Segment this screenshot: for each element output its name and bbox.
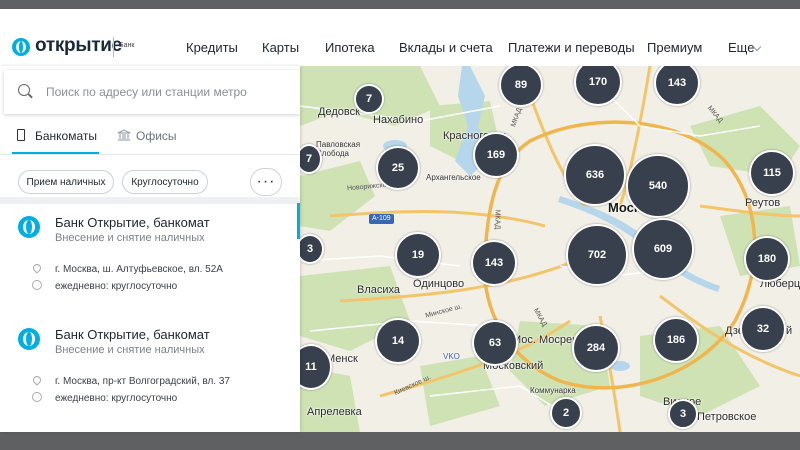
atm-cluster[interactable]: 169 [473, 132, 519, 178]
nav-cards[interactable]: Карты [262, 40, 299, 55]
nav-premium[interactable]: Премиум [647, 40, 702, 55]
logo-subtitle: Банк [119, 42, 135, 49]
atm-cluster[interactable]: 186 [653, 317, 699, 363]
location-pin-icon [31, 262, 43, 274]
tab-offices[interactable]: Офисы [136, 129, 177, 143]
list-item[interactable]: Банк Открытие, банкомат Внесение и сняти… [0, 316, 300, 428]
clock-icon [32, 280, 42, 290]
atm-cluster[interactable]: 3 [668, 399, 698, 429]
search-input[interactable] [44, 84, 288, 100]
place-dedovsk: Дедовск [318, 106, 360, 118]
road-label-mkad-2: МКАД [493, 209, 501, 230]
place-pavlovskaya-sloboda: Павловская Слобода [316, 140, 361, 158]
bank-building-icon [117, 129, 131, 141]
atm-address: г. Москва, ш. Алтуфьевское, вл. 52А [55, 264, 223, 275]
place-arkhangelskoe: Архангельское [426, 173, 481, 182]
filter-24h[interactable]: Круглосуточно [122, 170, 208, 194]
bank-logo-icon [18, 328, 40, 350]
airport-vnukovo: VKO [443, 352, 460, 361]
place-odintsovo: Одинцово [413, 278, 465, 290]
atm-cluster[interactable]: 609 [632, 218, 694, 280]
list-item[interactable]: Банк Открытие, банкомат Внесение и сняти… [0, 204, 300, 316]
place-aprelevka: Апрелевка [307, 406, 362, 418]
atm-cluster[interactable]: 7 [354, 84, 384, 114]
nav-more[interactable]: Еще [728, 40, 754, 55]
atm-title: Банк Открытие, банкомат [55, 327, 210, 342]
bank-logo-icon [18, 216, 40, 238]
atm-subtitle: Внесение и снятие наличных [55, 232, 205, 244]
nav-mortgage[interactable]: Ипотека [325, 40, 375, 55]
search-box[interactable] [4, 70, 300, 114]
top-navbar: открытие Банк Кредиты Карты Ипотека Вкла… [0, 9, 800, 66]
location-pin-icon [31, 374, 43, 386]
atm-cluster[interactable]: 540 [626, 154, 690, 218]
list-divider [0, 197, 300, 204]
atm-icon [17, 129, 25, 141]
atm-list-panel: Банкоматы Офисы Прием наличных Круглосут… [0, 66, 300, 432]
atm-cluster[interactable]: 636 [564, 144, 626, 206]
atm-cluster[interactable]: 143 [471, 240, 517, 286]
nav-credits[interactable]: Кредиты [186, 40, 238, 55]
atm-cluster[interactable]: 115 [749, 150, 795, 196]
nav-deposits[interactable]: Вклады и счета [399, 40, 493, 55]
place-nakhabino: Нахабино [373, 114, 424, 126]
road-shield-a109: А-109 [369, 214, 394, 224]
bank-logo-icon[interactable] [12, 38, 30, 56]
selected-item-indicator [297, 203, 300, 239]
logo-text[interactable]: открытие [35, 35, 122, 57]
place-petrovskoe: Петровское [697, 411, 757, 423]
place-kommunarka: Коммунарка [530, 386, 576, 395]
atm-address: г. Москва, пр-кт Волгоградский, вл. 37 [55, 376, 230, 387]
search-icon[interactable] [18, 84, 30, 96]
nav-payments[interactable]: Платежи и переводы [508, 40, 635, 55]
atm-subtitle: Внесение и снятие наличных [55, 344, 205, 356]
screen: открытие Банк Кредиты Карты Ипотека Вкла… [0, 0, 800, 450]
atm-cluster[interactable]: 32 [740, 306, 786, 352]
filter-cash-deposit[interactable]: Прием наличных [18, 170, 114, 194]
atm-title: Банк Открытие, банкомат [55, 215, 210, 230]
tab-atms[interactable]: Банкоматы [35, 129, 97, 143]
atm-cluster[interactable]: 14 [375, 318, 421, 364]
atm-cluster[interactable]: 63 [472, 320, 518, 366]
clock-icon [32, 392, 42, 402]
atm-hours: ежедневно: круглосуточно [55, 281, 178, 292]
atm-cluster[interactable]: 25 [376, 146, 420, 190]
atm-cluster[interactable]: 180 [744, 236, 790, 282]
tabs-divider [0, 154, 300, 155]
logo-divider [113, 37, 114, 57]
atm-hours: ежедневно: круглосуточно [55, 393, 178, 404]
place-vlasikha: Власиха [357, 284, 401, 296]
atm-cluster[interactable]: 702 [566, 224, 628, 286]
atm-cluster[interactable]: 3 [296, 234, 324, 264]
place-reutov: Реутов [745, 197, 781, 209]
more-filters-button[interactable]: ··· [250, 168, 282, 196]
atm-cluster[interactable]: 19 [395, 232, 441, 278]
atm-cluster[interactable]: 284 [572, 324, 620, 372]
atm-cluster[interactable]: 2 [550, 397, 582, 429]
